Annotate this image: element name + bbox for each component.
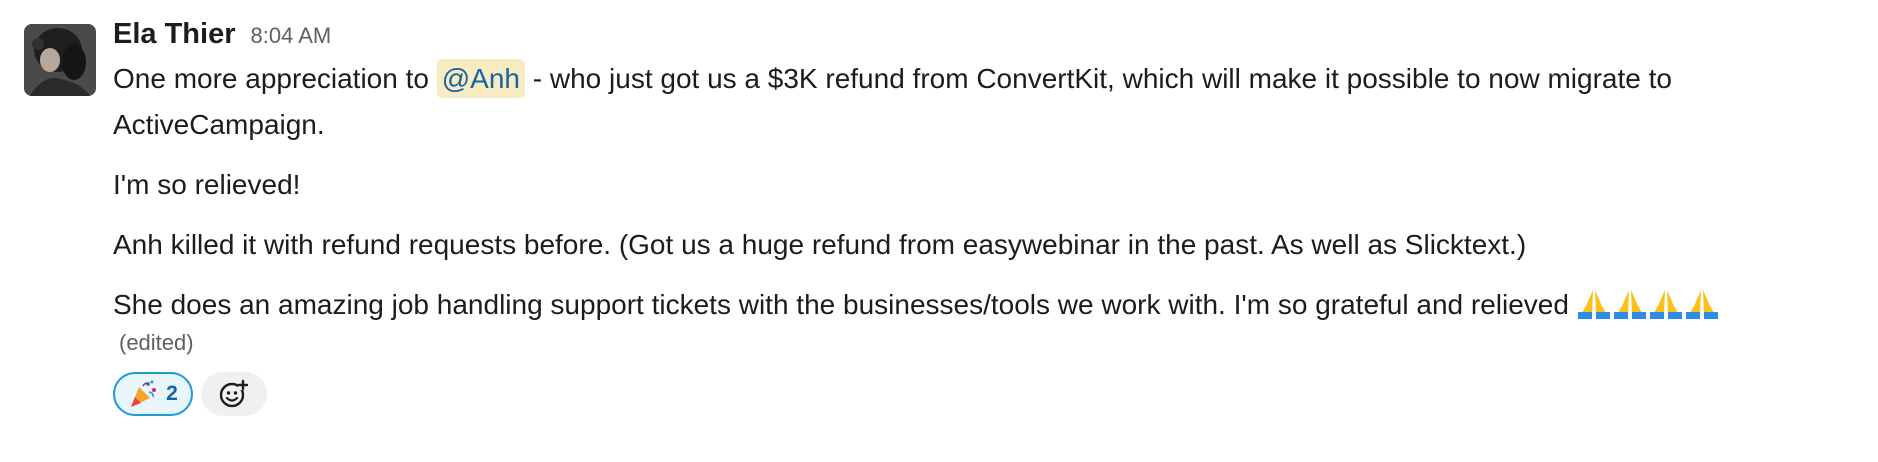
reactions-bar: 2 <box>113 372 1854 416</box>
sender-name[interactable]: Ela Thier <box>113 18 236 51</box>
folded-hands-icon <box>1685 290 1718 319</box>
add-reaction-button[interactable] <box>201 372 267 416</box>
timestamp[interactable]: 8:04 AM <box>251 23 332 49</box>
message-paragraph-3: Anh killed it with refund requests befor… <box>113 229 1527 260</box>
emoji-group <box>1577 286 1719 320</box>
avatar-photo-icon <box>24 24 96 96</box>
message-paragraph-1: One more appreciation to @Anh - who just… <box>113 56 1854 148</box>
folded-hands-icon <box>1649 290 1682 319</box>
party-popper-icon <box>131 380 157 407</box>
message: Ela Thier 8:04 AM One more appreciation … <box>24 18 1854 416</box>
message-header: Ela Thier 8:04 AM <box>113 18 1854 56</box>
folded-hands-icon <box>1613 290 1646 319</box>
avatar[interactable] <box>24 24 96 96</box>
message-body: Ela Thier 8:04 AM One more appreciation … <box>113 18 1854 416</box>
text-segment: She does an amazing job handling support… <box>113 289 1577 320</box>
add-reaction-icon <box>219 379 249 408</box>
edited-label: (edited) <box>119 330 194 355</box>
message-paragraph-4: She does an amazing job handling support… <box>113 282 1854 328</box>
reaction-count: 2 <box>166 382 178 405</box>
user-mention[interactable]: @Anh <box>436 59 525 98</box>
text-segment: One more appreciation to <box>113 63 437 94</box>
folded-hands-icon <box>1577 290 1610 319</box>
reaction-pill[interactable]: 2 <box>113 372 193 416</box>
message-paragraph-2: I'm so relieved! <box>113 169 301 200</box>
